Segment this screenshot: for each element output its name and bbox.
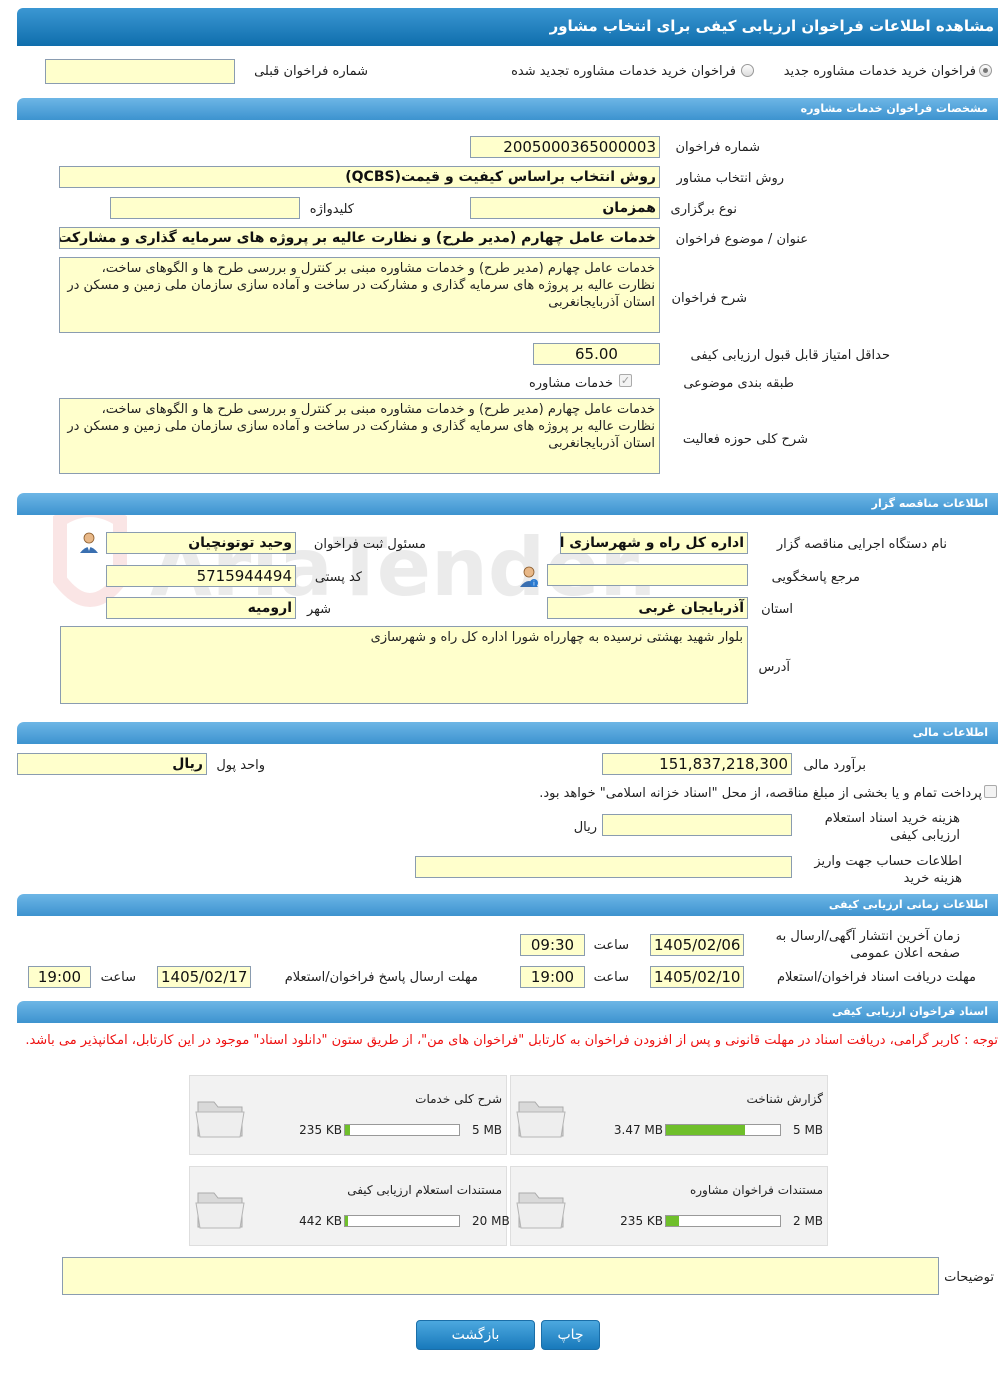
back-button[interactable]: بازگشت <box>416 1320 535 1350</box>
title-field: خدمات عامل چهارم (مدیر طرح) و نظارت عالی… <box>59 227 660 249</box>
estimate-label: برآورد مالی <box>803 758 866 773</box>
folder-icon <box>195 1101 245 1138</box>
min-score-label: حداقل امتیاز قابل قبول ارزیابی کیفی <box>690 348 890 363</box>
org-label: نام دستگاه اجرایی مناقصه گزار <box>776 537 947 552</box>
ref-field <box>547 564 748 586</box>
registrar-label: مسئول ثبت فراخوان <box>313 537 426 552</box>
doc-card-title: مستندات استعلام ارزیابی کیفی <box>347 1183 502 1197</box>
org-field: اداره کل راه و شهرسازی استان آذربایجان غ… <box>560 532 748 554</box>
doc-card[interactable]: شرح کلی خدمات 235 KB 5 MB <box>189 1075 507 1155</box>
section-consult-spec: مشخصات فراخوان خدمات مشاوره <box>17 98 998 120</box>
send-time-field: 19:00 <box>28 966 91 988</box>
city-label: شهر <box>306 602 331 617</box>
prev-number-label: شماره فراخوان قبلی <box>254 64 368 79</box>
doc-card-max: 5 MB <box>793 1123 824 1137</box>
publish-time-label: ساعت <box>593 938 629 953</box>
currency-field: ریال <box>17 753 207 775</box>
prev-number-field[interactable] <box>45 59 235 84</box>
ref-label: مرجع پاسخگویی <box>771 570 860 585</box>
treasury-text: پرداخت تمام و یا بخشی از مبلغ مناقصه، از… <box>539 786 982 801</box>
desc-label: شرح فراخوان <box>671 291 748 306</box>
doc-card-title: شرح کلی خدمات <box>415 1092 502 1106</box>
keyword-field <box>110 197 300 219</box>
ref-user-icon[interactable]: i <box>519 566 539 588</box>
doc-card-max: 2 MB <box>793 1214 824 1228</box>
min-score-field: 65.00 <box>533 343 660 365</box>
section-timing: اطلاعات زمانی ارزیابی کیفی <box>17 894 998 916</box>
treasury-checkbox[interactable] <box>984 785 997 798</box>
registrar-user-icon[interactable] <box>79 532 99 554</box>
doc-card-title: مستندات فراخوان مشاوره <box>689 1183 823 1197</box>
holding-field: همزمان <box>470 197 660 219</box>
doc-card-title: گزارش شناخت <box>746 1092 823 1106</box>
number-field: 2005000365000003 <box>470 136 660 158</box>
print-button[interactable]: چاپ <box>541 1320 600 1350</box>
province-label: استان <box>761 602 793 617</box>
section-documents: اسناد فراخوان ارزیابی کیفی <box>17 1001 998 1023</box>
doc-fee-label: هزینه خرید اسناد استعلام ارزیابی کیفی <box>824 811 960 843</box>
doc-card-progress <box>344 1124 460 1136</box>
title-label: عنوان / موضوع فراخوان <box>675 232 808 247</box>
doc-card-progress <box>344 1215 460 1227</box>
scope-field: خدمات عامل چهارم (مدیر طرح) و خدمات مشاو… <box>59 398 660 474</box>
account-label: اطلاعات حساب جهت واریز هزینه خرید <box>814 854 962 886</box>
number-label: شماره فراخوان <box>675 140 761 155</box>
send-label: مهلت ارسال پاسخ فراخوان/استعلام <box>284 970 478 985</box>
section-organizer: اطلاعات مناقصه گزار <box>17 493 998 515</box>
holding-label: نوع برگزاری <box>670 202 737 217</box>
publish-label: زمان آخرین انتشار آگهی/ارسال به صفحه اعل… <box>775 929 960 961</box>
send-time-label: ساعت <box>100 970 136 985</box>
desc-notes-label: توضیحات <box>944 1270 994 1285</box>
address-field: بلوار شهید بهشتی نرسیده به چهارراه شورا … <box>60 626 748 704</box>
receive-date-field: 1405/02/10 <box>650 966 744 988</box>
account-field <box>415 856 792 878</box>
estimate-field: 151,837,218,300 <box>602 753 792 775</box>
doc-card-used: 235 KB <box>299 1123 342 1137</box>
desc-notes-field <box>62 1257 939 1295</box>
doc-card[interactable]: گزارش شناخت 3.47 MB 5 MB <box>510 1075 828 1155</box>
doc-card[interactable]: مستندات فراخوان مشاوره 235 KB 2 MB <box>510 1166 828 1246</box>
page-title: مشاهده اطلاعات فراخوان ارزیابی کیفی برای… <box>17 8 998 46</box>
section-financial: اطلاعات مالی <box>17 722 998 744</box>
scope-label: شرح کلی حوزه فعالیت <box>682 432 808 447</box>
keyword-label: کلیدواژه <box>309 202 354 217</box>
doc-card-max: 20 MB <box>472 1214 510 1228</box>
currency-label: واحد پول <box>216 758 265 773</box>
doc-card-max: 5 MB <box>472 1123 503 1137</box>
method-label: روش انتخاب مشاور <box>676 171 784 186</box>
receive-label: مهلت دریافت اسناد فراخوان/استعلام <box>776 970 976 985</box>
doc-card-progress <box>665 1215 781 1227</box>
folder-icon <box>516 1101 566 1138</box>
send-date-field: 1405/02/17 <box>157 966 251 988</box>
postal-label: کد پستی <box>314 570 362 585</box>
doc-card-used: 442 KB <box>299 1214 342 1228</box>
city-field: ارومیه <box>106 597 296 619</box>
receive-time-field: 19:00 <box>520 966 585 988</box>
radio-renewed-label: فراخوان خرید خدمات مشاوره تجدید شده <box>511 64 736 79</box>
radio-new-consult[interactable] <box>979 64 992 77</box>
postal-field: 5715944494 <box>106 565 296 587</box>
category-value: خدمات مشاوره <box>528 376 613 391</box>
folder-icon <box>195 1192 245 1229</box>
province-field: آذربایجان غربی <box>547 597 748 619</box>
radio-new-label: فراخوان خرید خدمات مشاوره جدید <box>783 64 976 79</box>
doc-card-used: 3.47 MB <box>613 1123 663 1137</box>
desc-field: خدمات عامل چهارم (مدیر طرح) و خدمات مشاو… <box>59 257 660 333</box>
publish-date-field: 1405/02/06 <box>650 934 744 956</box>
category-label: طبقه بندی موضوعی <box>683 376 794 391</box>
doc-card-progress <box>665 1124 781 1136</box>
doc-card[interactable]: مستندات استعلام ارزیابی کیفی 442 KB 20 M… <box>189 1166 510 1246</box>
doc-fee-field <box>602 814 792 836</box>
doc-fee-unit: ریال <box>573 820 597 835</box>
publish-time-field: 09:30 <box>520 934 585 956</box>
doc-card-used: 235 KB <box>620 1214 663 1228</box>
category-checkbox: ✓ <box>619 374 632 387</box>
method-field: روش انتخاب براساس کیفیت و قیمت(QCBS) <box>59 166 660 188</box>
radio-renewed-consult[interactable] <box>741 64 754 77</box>
registrar-field: وحید توتونچیان <box>106 532 296 554</box>
address-label: آدرس <box>758 660 790 675</box>
receive-time-label: ساعت <box>593 970 629 985</box>
documents-notice: توجه : کاربر گرامی، دریافت اسناد در مهلت… <box>25 1033 998 1048</box>
folder-icon <box>516 1192 566 1229</box>
